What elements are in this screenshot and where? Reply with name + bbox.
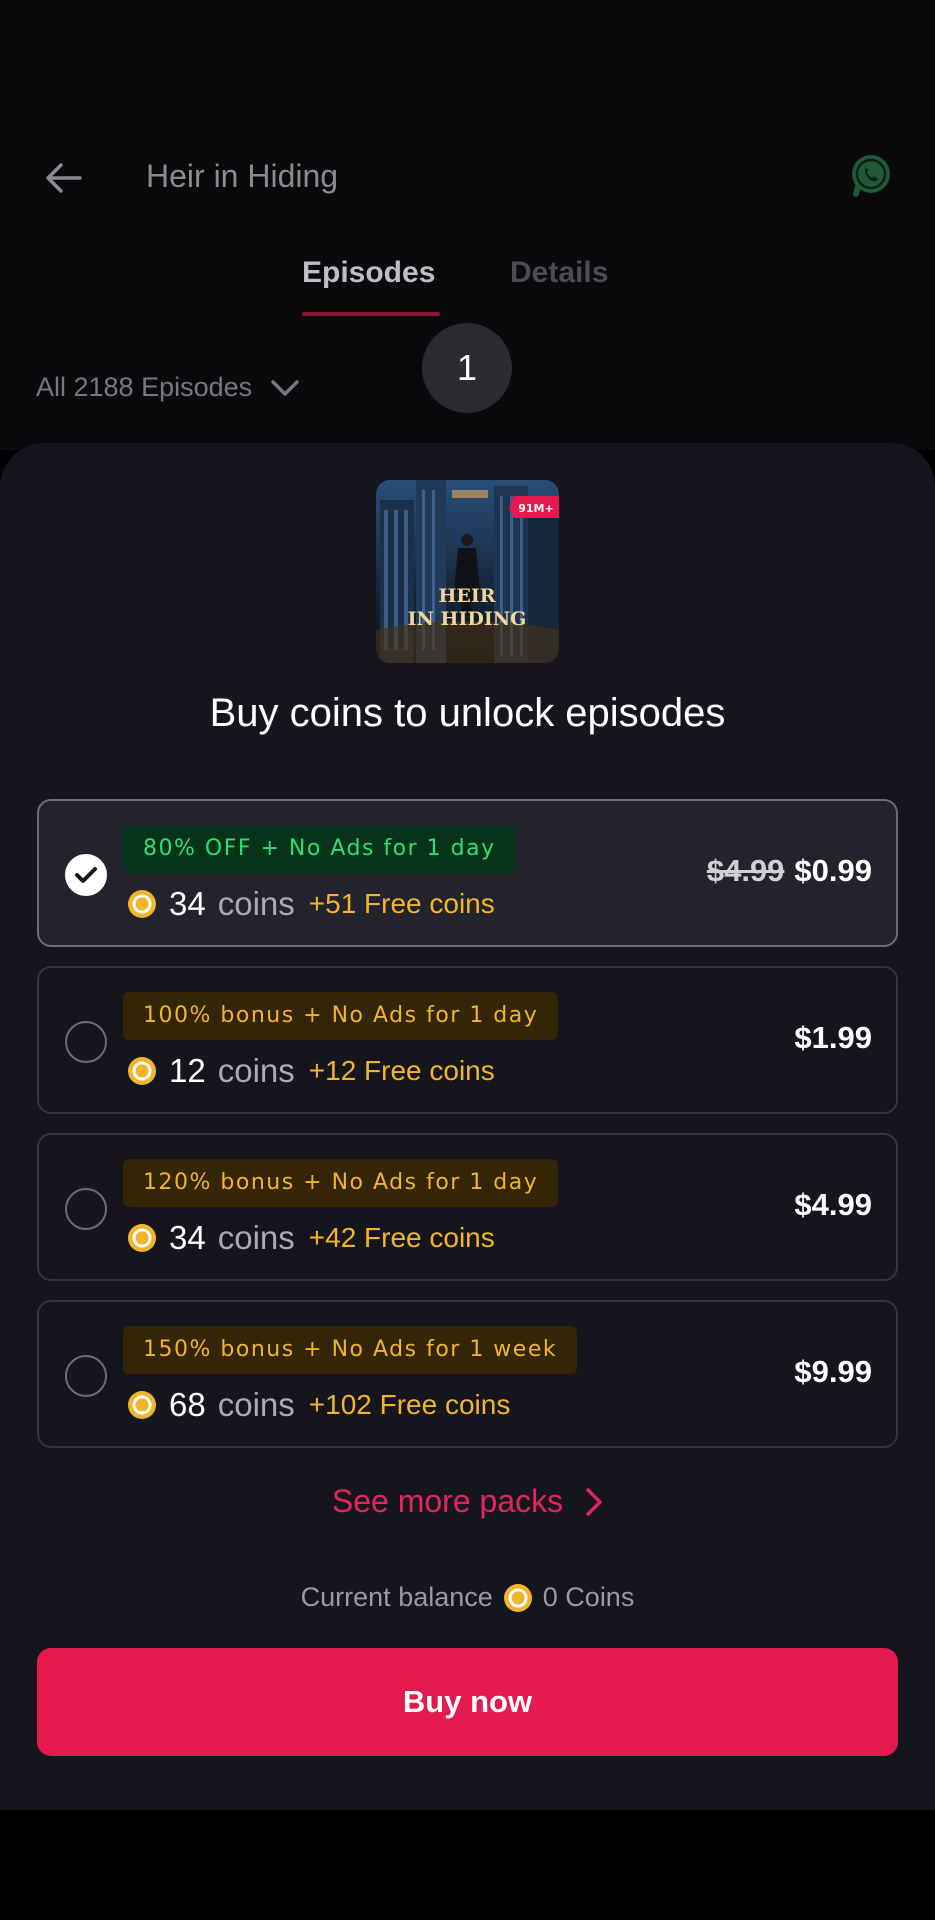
see-more-packs-link[interactable]: See more packs bbox=[0, 1483, 935, 1520]
coin-pack-option[interactable]: 100% bonus + No Ads for 1 day 12 coins +… bbox=[37, 966, 898, 1114]
radio-unselected[interactable] bbox=[65, 1188, 107, 1230]
pack-free-coins: +12 Free coins bbox=[308, 1055, 495, 1086]
pack-badge: 120% bonus + No Ads for 1 day bbox=[123, 1159, 559, 1207]
see-more-label: See more packs bbox=[331, 1483, 564, 1519]
pack-badge: 100% bonus + No Ads for 1 day bbox=[123, 992, 559, 1040]
cover-views-badge: 91M+ bbox=[518, 502, 553, 515]
series-title: Heir in Hiding bbox=[146, 158, 339, 194]
pack-free-coins: +102 Free coins bbox=[308, 1389, 511, 1420]
tab-episodes[interactable]: Episodes bbox=[302, 256, 435, 290]
pack-coin-word: coins bbox=[217, 1219, 295, 1256]
top-bar: Heir in Hiding bbox=[0, 130, 935, 220]
buy-now-button[interactable]: Buy now bbox=[37, 1648, 898, 1756]
coin-icon bbox=[128, 1224, 156, 1252]
pack-new-price: $0.99 bbox=[794, 853, 872, 888]
pack-coin-word: coins bbox=[217, 1386, 295, 1423]
active-tab-indicator bbox=[302, 312, 440, 316]
chevron-right-icon bbox=[586, 1487, 602, 1516]
pack-new-price: $9.99 bbox=[794, 1354, 872, 1389]
balance-label: Current balance bbox=[300, 1582, 493, 1612]
buy-coins-sheet: HEIR IN HIDING 91M+ Buy coins to unlock … bbox=[0, 443, 935, 1810]
radio-selected[interactable] bbox=[65, 854, 107, 896]
arrow-left-icon bbox=[46, 163, 82, 193]
radio-unselected[interactable] bbox=[65, 1021, 107, 1063]
chevron-down-icon bbox=[271, 379, 299, 396]
current-balance: Current balance 0 Coins bbox=[0, 1582, 935, 1613]
coin-pack-option[interactable]: 150% bonus + No Ads for 1 week 68 coins … bbox=[37, 1300, 898, 1448]
pack-price: $4.99 $0.99 bbox=[707, 853, 872, 889]
coin-icon bbox=[128, 1391, 156, 1419]
pack-price: $9.99 bbox=[794, 1354, 872, 1390]
episode-filter-dropdown[interactable]: All 2188 Episodes bbox=[36, 372, 300, 403]
pack-badge: 150% bonus + No Ads for 1 week bbox=[123, 1326, 578, 1374]
cover-title-line2: IN HIDING bbox=[408, 608, 527, 630]
pack-coin-word: coins bbox=[217, 1052, 295, 1089]
balance-value: 0 Coins bbox=[542, 1582, 635, 1612]
coin-pack-option[interactable]: 80% OFF + No Ads for 1 day 34 coins +51 … bbox=[37, 799, 898, 947]
series-cover-image: HEIR IN HIDING 91M+ bbox=[376, 480, 559, 663]
radio-unselected[interactable] bbox=[65, 1355, 107, 1397]
pack-coin-count: 12 bbox=[169, 1052, 206, 1089]
sheet-title: Buy coins to unlock episodes bbox=[209, 691, 726, 735]
pack-coins: 68 coins +102 Free coins bbox=[127, 1386, 510, 1424]
current-episode-bubble: 1 bbox=[422, 323, 512, 413]
pack-coins: 12 coins +12 Free coins bbox=[127, 1052, 495, 1090]
pack-coin-count: 34 bbox=[169, 1219, 206, 1256]
pack-old-price: $4.99 bbox=[706, 853, 785, 888]
coin-icon bbox=[128, 890, 156, 918]
whatsapp-icon bbox=[852, 155, 890, 197]
pack-new-price: $1.99 bbox=[794, 1020, 872, 1055]
pack-coins: 34 coins +51 Free coins bbox=[127, 885, 495, 923]
pack-free-coins: +42 Free coins bbox=[308, 1222, 495, 1253]
whatsapp-share-button[interactable] bbox=[846, 150, 896, 200]
pack-price: $1.99 bbox=[794, 1020, 872, 1056]
coin-icon bbox=[503, 1583, 532, 1612]
cover-title-line1: HEIR bbox=[438, 585, 495, 607]
pack-new-price: $4.99 bbox=[794, 1187, 872, 1222]
coin-icon bbox=[128, 1057, 156, 1085]
back-button[interactable] bbox=[36, 150, 92, 206]
pack-coins: 34 coins +42 Free coins bbox=[127, 1219, 495, 1257]
tabs: Episodes Details bbox=[0, 250, 935, 320]
check-icon bbox=[75, 867, 97, 883]
pack-coin-word: coins bbox=[217, 885, 295, 922]
pack-coin-count: 34 bbox=[169, 885, 206, 922]
pack-badge: 80% OFF + No Ads for 1 day bbox=[123, 825, 516, 873]
tab-details[interactable]: Details bbox=[510, 256, 608, 290]
episode-filter-label: All 2188 Episodes bbox=[36, 372, 253, 402]
pack-coin-count: 68 bbox=[169, 1386, 206, 1423]
pack-free-coins: +51 Free coins bbox=[308, 888, 495, 919]
coin-pack-option[interactable]: 120% bonus + No Ads for 1 day 34 coins +… bbox=[37, 1133, 898, 1281]
pack-price: $4.99 bbox=[794, 1187, 872, 1223]
